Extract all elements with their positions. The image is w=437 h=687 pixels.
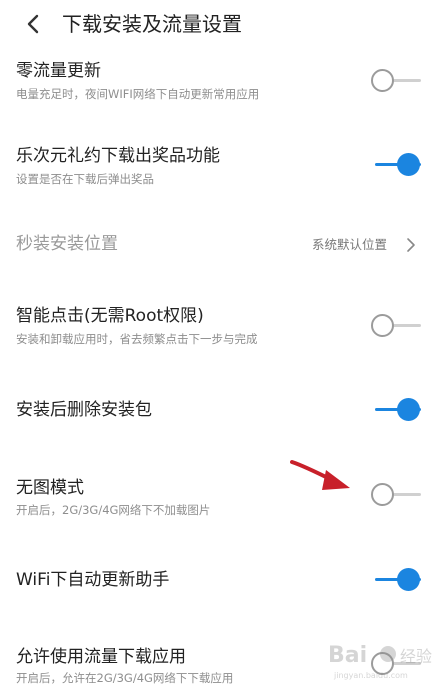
toggle-switch[interactable] [367,479,425,509]
toggle-switch[interactable] [367,149,425,179]
setting-zero-traffic-update[interactable]: 零流量更新 电量充足时，夜间WIFI网络下自动更新常用应用 [0,55,437,115]
setting-label: 秒装安装位置 [16,234,118,254]
setting-delete-package[interactable]: 安装后删除安装包 [0,396,437,436]
setting-value: 系统默认位置 [312,237,388,252]
baidu-watermark-logo: Bai 经验 jingyan.baidu.com [328,643,432,680]
watermark-subtext: jingyan.baidu.com [333,671,408,680]
page-title: 下载安装及流量设置 [62,12,242,36]
top-bar: 下载安装及流量设置 [0,0,437,50]
setting-description: 开启后，2G/3G/4G网络下不加载图片 [16,503,211,517]
toggle-knob [397,398,420,421]
back-chevron-icon[interactable] [22,11,46,37]
setting-smart-click[interactable]: 智能点击(无需Root权限) 安装和卸载应用时，省去频繁点击下一步与完成 [0,300,437,360]
toggle-switch[interactable] [367,310,425,340]
toggle-switch[interactable] [367,65,425,95]
setting-no-image-mode[interactable]: 无图模式 开启后，2G/3G/4G网络下不加载图片 [0,474,437,534]
setting-description: 设置是否在下载后弹出奖品 [16,172,154,186]
setting-label: 乐次元礼约下载出奖品功能 [16,146,220,166]
setting-label: 安装后删除安装包 [16,400,152,420]
setting-wifi-auto-update[interactable]: WiFi下自动更新助手 [0,566,437,606]
toggle-switch[interactable] [367,564,425,594]
chevron-right-icon [407,238,415,252]
toggle-knob [371,69,394,92]
setting-label: 智能点击(无需Root权限) [16,306,204,326]
setting-label: WiFi下自动更新助手 [16,570,170,590]
toggle-knob [371,314,394,337]
toggle-knob [397,153,420,176]
toggle-knob [397,568,420,591]
setting-label: 允许使用流量下载应用 [16,647,186,667]
setting-label: 无图模式 [16,478,84,498]
setting-label: 零流量更新 [16,61,101,81]
watermark-text: Bai [328,643,367,668]
toggle-switch[interactable] [367,394,425,424]
setting-install-location[interactable]: 秒装安装位置 系统默认位置 [0,226,437,266]
setting-description: 开启后，允许在2G/3G/4G网络下下载应用 [16,671,234,685]
annotation-arrow-icon [290,460,350,490]
setting-prize-popup[interactable]: 乐次元礼约下载出奖品功能 设置是否在下载后弹出奖品 [0,140,437,200]
setting-description: 安装和卸载应用时，省去频繁点击下一步与完成 [16,332,258,346]
svg-text:经验: 经验 [400,647,432,666]
toggle-knob [371,483,394,506]
setting-description: 电量充足时，夜间WIFI网络下自动更新常用应用 [16,87,260,101]
